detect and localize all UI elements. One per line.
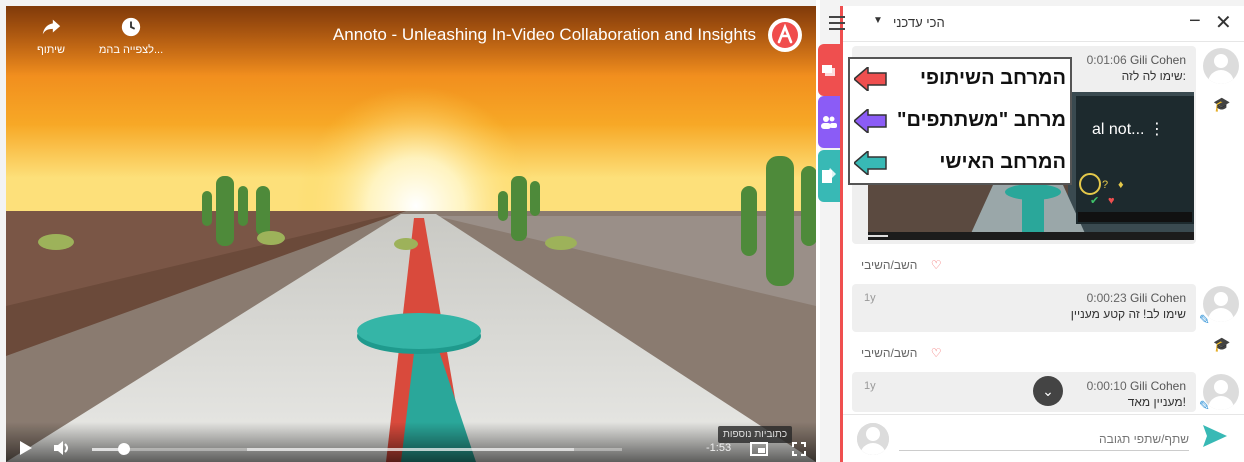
- volume-button[interactable]: [54, 440, 72, 461]
- callout-row-participants: מרחב "משתתפים": [850, 101, 1074, 143]
- comment-author: Gili Cohen: [1129, 291, 1186, 305]
- spaces-callout: המרחב השיתופי מרחב "משתתפים" המרחב האישי: [848, 57, 1072, 185]
- comment-age: 1y: [864, 292, 876, 304]
- callout-personal-label: המרחב האישי: [939, 151, 1066, 173]
- scroll-down-button[interactable]: ⌄: [1033, 376, 1063, 406]
- chevron-down-icon[interactable]: ▼: [873, 15, 883, 26]
- volume-icon: [54, 441, 68, 455]
- annoto-logo-icon: [772, 22, 798, 48]
- sort-dropdown[interactable]: הכי עדכני: [893, 15, 945, 30]
- arrow-left-icon: [854, 67, 887, 91]
- reply-row: השב/השיבי ♡: [861, 258, 942, 272]
- watch-later-label: לצפייה בהמ...: [98, 44, 164, 56]
- tab-shared-space[interactable]: [818, 44, 840, 96]
- comment-timestamp[interactable]: 0:00:10: [1087, 379, 1127, 393]
- share-label: שיתוף: [37, 44, 65, 56]
- close-icon[interactable]: ✕: [1215, 10, 1232, 35]
- reply-link[interactable]: השב/השיבי: [861, 258, 917, 272]
- chevron-down-icon: ⌄: [1042, 382, 1054, 399]
- controls-gradient: [6, 422, 816, 462]
- callout-row-personal: המרחב האישי: [850, 143, 1074, 185]
- progress-bar[interactable]: [92, 448, 622, 451]
- comment-composer: [843, 414, 1244, 462]
- comment-card[interactable]: 1y 0:00:10 Gili Cohen מעניין מאד!: [852, 372, 1196, 412]
- share-icon: [16, 16, 86, 40]
- svg-text:♥: ♥: [1108, 195, 1115, 207]
- pen-icon: ✎: [1199, 398, 1210, 413]
- play-icon: [20, 441, 32, 455]
- comment-header: 0:00:23 Gili Cohen: [1087, 291, 1186, 305]
- minimize-icon[interactable]: −: [1189, 10, 1201, 33]
- reply-row: השב/השיבי ♡: [861, 346, 942, 360]
- menu-icon[interactable]: [829, 16, 845, 34]
- miniplayer-button[interactable]: [750, 442, 768, 461]
- graduation-cap-icon: 🎓: [1213, 336, 1231, 352]
- comment-timestamp[interactable]: 0:01:06: [1087, 53, 1127, 67]
- svg-text:✔: ✔: [1090, 195, 1099, 207]
- comments-icon: [822, 65, 835, 76]
- comment-header: 0:01:06 Gili Cohen: [1087, 53, 1186, 67]
- comment-text: מעניין מאד!: [1127, 395, 1186, 409]
- fullscreen-icon: [792, 442, 806, 456]
- comment-input[interactable]: [899, 427, 1189, 451]
- comment-timestamp[interactable]: 0:00:23: [1087, 291, 1127, 305]
- send-button[interactable]: [1203, 425, 1227, 452]
- channel-logo[interactable]: [768, 18, 802, 52]
- thumb-caption: al not... ⋮: [1092, 121, 1165, 138]
- time-remaining: -1:53: [706, 442, 732, 454]
- video-player[interactable]: שיתוף לצפייה בהמ... Annoto - Unleashing …: [6, 6, 816, 462]
- svg-text:♦: ♦: [1118, 179, 1124, 191]
- comment-text: שימו לב! זה קטע מעניין: [1070, 307, 1186, 321]
- progress-scrubber[interactable]: [118, 443, 130, 455]
- miniplayer-icon: [750, 442, 768, 456]
- tab-personal-space[interactable]: [818, 150, 840, 202]
- video-title[interactable]: Annoto - Unleashing In-Video Collaborati…: [333, 25, 756, 45]
- callout-participants-label: מרחב "משתתפים": [897, 109, 1066, 131]
- progress-buffered: [247, 448, 574, 451]
- heart-icon[interactable]: ♡: [931, 346, 942, 360]
- tab-participants-space[interactable]: [818, 96, 840, 148]
- clock-icon: [96, 16, 166, 40]
- comment-header: 0:00:10 Gili Cohen: [1087, 379, 1186, 393]
- share-button[interactable]: שיתוף: [16, 16, 86, 56]
- pen-icon: ✎: [1199, 312, 1210, 327]
- arrow-left-icon: [854, 151, 887, 175]
- send-icon: [1203, 425, 1227, 447]
- captions-tooltip: כתוביות נוספות: [718, 426, 793, 443]
- svg-text:?: ?: [1102, 179, 1108, 191]
- comment-text: שימו לה לזה:: [1121, 69, 1186, 83]
- watch-later-button[interactable]: לצפייה בהמ...: [96, 16, 166, 56]
- comment-author: Gili Cohen: [1129, 53, 1186, 67]
- avatar[interactable]: [1203, 48, 1239, 84]
- notes-icon: [822, 168, 836, 183]
- graduation-cap-icon: 🎓: [1213, 96, 1231, 112]
- callout-row-shared: המרחב השיתופי: [850, 59, 1074, 101]
- heart-icon[interactable]: ♡: [931, 258, 942, 272]
- avatar: [857, 423, 889, 455]
- users-icon: [821, 116, 837, 129]
- panel-header: ▼ הכי עדכני − ✕: [829, 6, 1244, 42]
- callout-shared-label: המרחב השיתופי: [919, 67, 1066, 89]
- comment-age: 1y: [864, 380, 876, 392]
- fullscreen-button[interactable]: [792, 442, 806, 461]
- reply-link[interactable]: השב/השיבי: [861, 346, 917, 360]
- play-button[interactable]: [20, 441, 32, 460]
- arrow-left-icon: [854, 109, 887, 133]
- app-root: שיתוף לצפייה בהמ... Annoto - Unleashing …: [0, 0, 1244, 462]
- comment-card[interactable]: 1y 0:00:23 Gili Cohen שימו לב! זה קטע מע…: [852, 284, 1196, 332]
- comment-author: Gili Cohen: [1129, 379, 1186, 393]
